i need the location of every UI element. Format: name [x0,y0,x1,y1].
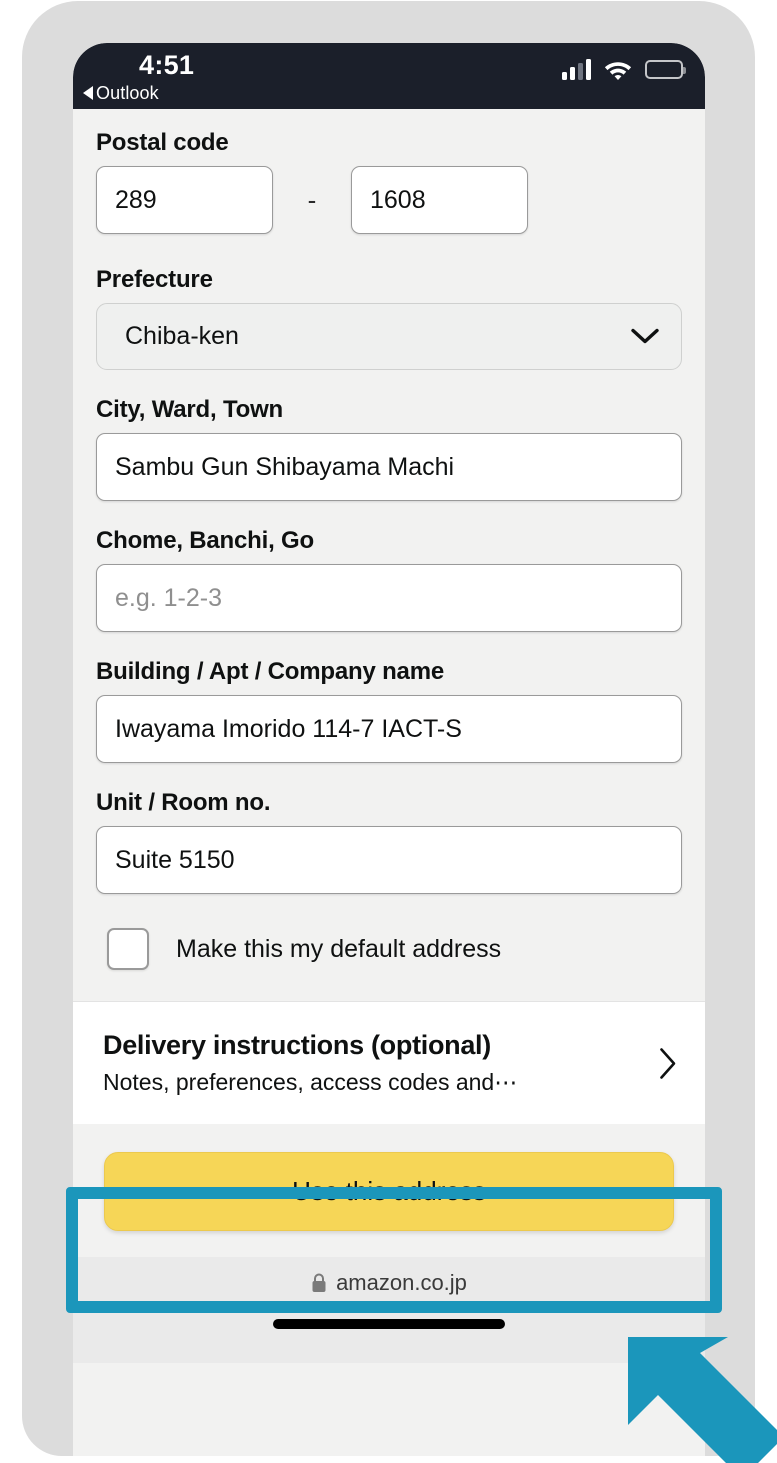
wifi-icon [604,62,632,80]
default-address-row[interactable]: Make this my default address [96,928,682,970]
back-to-outlook-link[interactable]: Outlook [83,83,159,104]
device-frame: 4:51 Outlook Postal code 289 - 1608 Pref… [22,1,755,1456]
delivery-instructions-subtitle: Notes, preferences, access codes and⋯ [103,1069,518,1095]
unit-input[interactable]: Suite 5150 [96,826,682,894]
unit-label: Unit / Room no. [96,789,271,816]
building-label: Building / Apt / Company name [96,658,444,685]
chome-label: Chome, Banchi, Go [96,527,314,554]
postal-code-second-input[interactable]: 1608 [351,166,528,234]
chevron-down-icon [631,328,659,344]
cta-area: Use this address [73,1124,705,1257]
city-label: City, Ward, Town [96,396,284,423]
city-input[interactable]: Sambu Gun Shibayama Machi [96,433,682,501]
prefecture-label: Prefecture [96,266,213,293]
building-input[interactable]: Iwayama Imorido 114-7 IACT-S [96,695,682,763]
postal-code-label: Postal code [96,129,229,156]
status-bar: 4:51 Outlook [73,43,705,109]
address-form: Postal code 289 - 1608 Prefecture Chiba-… [73,109,705,970]
browser-domain-label: amazon.co.jp [336,1270,467,1295]
delivery-instructions-text: Delivery instructions (optional) Notes, … [103,1030,517,1096]
status-icons [562,59,686,80]
use-this-address-button[interactable]: Use this address [104,1152,674,1231]
delivery-instructions-card[interactable]: Delivery instructions (optional) Notes, … [73,1001,705,1124]
default-address-checkbox[interactable] [107,928,149,970]
status-time: 4:51 [139,50,195,80]
phone-screen: 4:51 Outlook Postal code 289 - 1608 Pref… [73,43,705,1456]
postal-code-row: 289 - 1608 [96,166,682,234]
chevron-right-icon [660,1047,676,1079]
back-app-label: Outlook [96,83,159,103]
postal-code-first-input[interactable]: 289 [96,166,273,234]
battery-icon [645,60,686,79]
page-content: Postal code 289 - 1608 Prefecture Chiba-… [73,109,705,1456]
postal-code-separator: - [307,184,317,215]
prefecture-selected-value: Chiba-ken [125,322,239,350]
browser-url-bar[interactable]: amazon.co.jp [73,1257,705,1309]
delivery-instructions-title: Delivery instructions (optional) [103,1030,491,1060]
home-indicator-area [73,1309,705,1363]
cellular-signal-icon [562,59,591,80]
chome-input[interactable]: e.g. 1-2-3 [96,564,682,632]
triangle-left-icon [83,86,93,100]
prefecture-select[interactable]: Chiba-ken [96,303,682,370]
home-indicator[interactable] [273,1319,505,1329]
lock-icon [312,1273,326,1292]
default-address-label: Make this my default address [176,934,502,963]
